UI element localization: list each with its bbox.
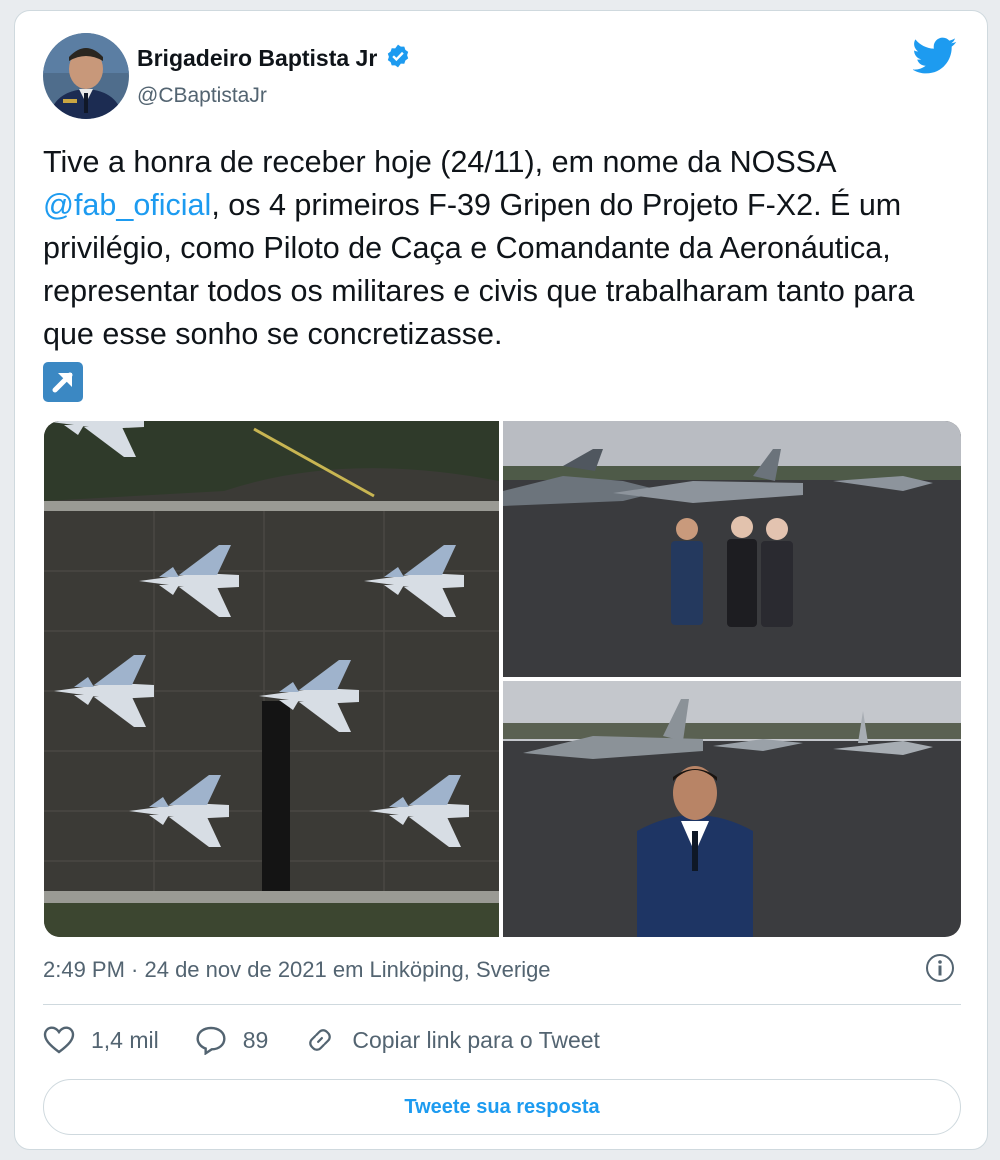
tweet-card: Brigadeiro Baptista Jr @CBaptistaJr Tive… (14, 10, 988, 1150)
author-handle[interactable]: @CBaptistaJr (137, 84, 411, 108)
tweet-reply-button[interactable]: Tweete sua resposta (43, 1079, 961, 1135)
mention-link[interactable]: @fab_oficial (43, 188, 211, 222)
media-photo-officer[interactable] (503, 681, 961, 937)
external-link-icon[interactable] (43, 362, 83, 402)
avatar[interactable] (43, 33, 129, 119)
media-photo-aerial[interactable] (44, 421, 499, 937)
divider (43, 1004, 961, 1005)
copy-link-label: Copiar link para o Tweet (352, 1026, 600, 1053)
tweet-timestamp[interactable]: 2:49 PM · 24 de nov de 2021 em Linköping… (43, 957, 551, 983)
reply-count: 89 (242, 1026, 269, 1053)
like-count: 1,4 mil (91, 1026, 159, 1053)
twitter-bird-icon[interactable] (912, 37, 957, 75)
verified-badge-icon (385, 43, 411, 74)
author-name[interactable]: Brigadeiro Baptista Jr (137, 45, 377, 72)
like-button[interactable]: 1,4 mil (43, 1025, 159, 1055)
link-icon (309, 1029, 332, 1051)
info-icon[interactable] (925, 953, 955, 983)
reply-icon (196, 1026, 226, 1055)
media-grid (44, 421, 961, 937)
action-bar: 1,4 mil 89 Copiar link para o Tweet (43, 1025, 636, 1055)
reply-button[interactable]: 89 (195, 1025, 269, 1055)
copy-link-button[interactable]: Copiar link para o Tweet (304, 1025, 600, 1055)
tweet-text-part-1: Tive a honra de receber hoje (24/11), em… (43, 145, 835, 179)
author-block[interactable]: Brigadeiro Baptista Jr @CBaptistaJr (137, 43, 411, 108)
heart-icon (43, 1026, 75, 1054)
media-photo-handshake[interactable] (503, 421, 961, 677)
tweet-text: Tive a honra de receber hoje (24/11), em… (43, 141, 963, 402)
